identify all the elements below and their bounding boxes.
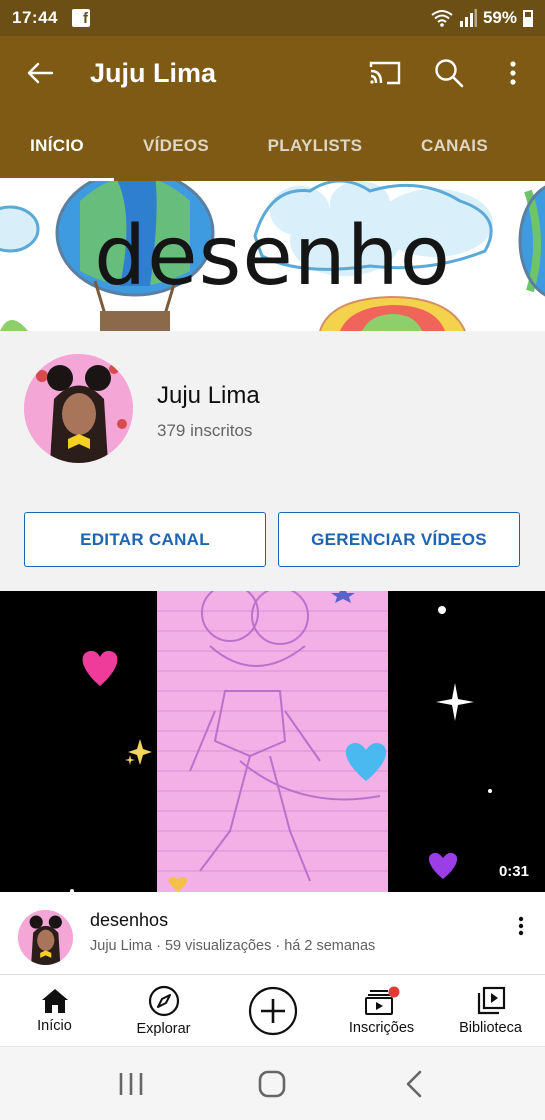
home-icon: [41, 988, 68, 1013]
battery-percent: 59%: [482, 8, 517, 27]
nav-home[interactable]: Início: [0, 975, 109, 1046]
search-button[interactable]: [417, 36, 481, 110]
home-system-icon: [259, 1070, 286, 1097]
bottom-navigation: Início Explorar Inscrições Biblioteca: [0, 974, 545, 1046]
more-vert-icon: [510, 61, 516, 85]
video-channel-avatar[interactable]: [18, 910, 73, 965]
edit-channel-button[interactable]: EDITAR CANAL: [24, 512, 266, 567]
app-bar-title: Juju Lima: [90, 57, 217, 88]
tab-videos[interactable]: VÍDEOS: [114, 110, 238, 181]
app-bar-actions: [353, 36, 545, 110]
compass-icon: [148, 985, 179, 1016]
nav-library-label: Biblioteca: [459, 1019, 522, 1036]
status-time: 17:44: [12, 8, 58, 27]
nav-create[interactable]: [218, 975, 327, 1046]
wifi-icon: [431, 10, 453, 27]
recent-apps-icon: [119, 1072, 143, 1095]
nav-library[interactable]: Biblioteca: [436, 975, 545, 1046]
avatar-image: [18, 910, 73, 965]
battery-icon: [523, 9, 533, 27]
tab-playlists[interactable]: PLAYLISTS: [238, 110, 392, 181]
library-icon: [477, 986, 505, 1014]
subscriber-count: 379 inscritos: [157, 421, 253, 440]
channel-tabs: INÍCIO VÍDEOS PLAYLISTS CANAIS: [0, 110, 545, 181]
tab-canais[interactable]: CANAIS: [392, 110, 517, 181]
home-system-button[interactable]: [242, 1054, 302, 1114]
facebook-icon: f: [71, 9, 90, 27]
signal-icon: [459, 9, 477, 27]
video-duration: 0:31: [498, 863, 529, 880]
more-options-button[interactable]: [481, 36, 545, 110]
banner-text: desenho: [94, 209, 451, 304]
tab-inicio[interactable]: INÍCIO: [0, 110, 114, 181]
back-chevron-icon: [406, 1070, 422, 1097]
nav-home-label: Início: [37, 1017, 72, 1034]
manage-videos-button[interactable]: GERENCIAR VÍDEOS: [278, 512, 520, 567]
recent-apps-button[interactable]: [101, 1054, 161, 1114]
back-button[interactable]: [10, 36, 70, 110]
back-system-button[interactable]: [384, 1054, 444, 1114]
nav-explore-label: Explorar: [136, 1020, 191, 1037]
thumbnail-artwork: [0, 591, 545, 892]
nav-explore[interactable]: Explorar: [109, 975, 218, 1046]
channel-banner: desenho: [0, 181, 545, 331]
nav-subscriptions[interactable]: Inscrições: [327, 975, 436, 1046]
video-thumbnail[interactable]: 0:31: [0, 591, 545, 892]
create-plus-icon: [248, 986, 297, 1035]
nav-subscriptions-label: Inscrições: [348, 1019, 415, 1036]
channel-name: Juju Lima: [157, 382, 260, 409]
cast-button[interactable]: [353, 36, 417, 110]
system-navigation-bar: [0, 1046, 545, 1120]
status-bar: 17:44 f 59%: [0, 0, 545, 36]
more-vert-icon: [518, 916, 524, 936]
back-arrow-icon: [27, 62, 54, 84]
search-icon: [435, 59, 464, 88]
video-more-button[interactable]: [507, 912, 535, 940]
video-info-row[interactable]: desenhos Juju Lima · 59 visualizações · …: [0, 892, 545, 974]
video-title[interactable]: desenhos: [90, 910, 168, 931]
subscriptions-icon: [364, 986, 399, 1015]
app-bar: Juju Lima: [0, 36, 545, 110]
status-right: 59%: [431, 8, 533, 28]
cast-icon: [369, 61, 401, 85]
avatar-image: [24, 354, 133, 463]
channel-info: Juju Lima 379 inscritos EDITAR CANAL GER…: [0, 331, 545, 591]
channel-avatar[interactable]: [24, 354, 133, 463]
video-metadata: Juju Lima · 59 visualizações · há 2 sema…: [90, 938, 376, 954]
